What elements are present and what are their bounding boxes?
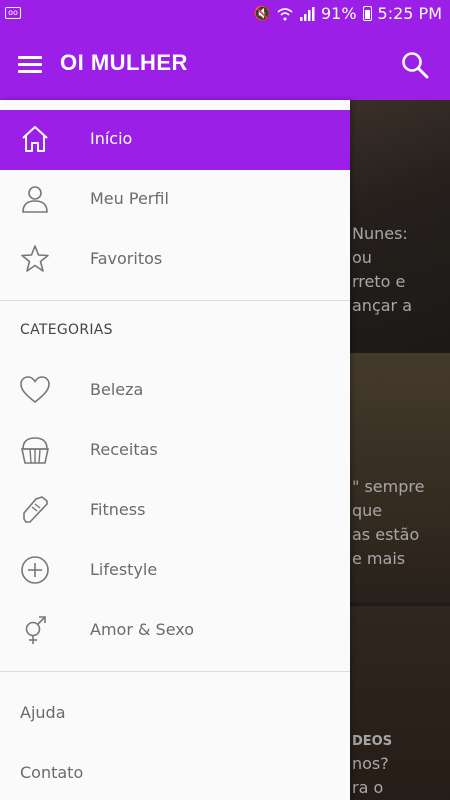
drawer-scrim[interactable] <box>350 100 450 800</box>
heart-icon <box>20 376 50 404</box>
nav-item-beleza[interactable]: Beleza <box>0 361 350 421</box>
home-icon <box>22 126 48 152</box>
nav-item-label: Receitas <box>90 440 158 459</box>
nav-item-meu-perfil[interactable]: Meu Perfil <box>0 170 350 230</box>
mute-icon: 🔇 <box>253 5 271 22</box>
star-icon <box>21 245 49 272</box>
app-bar: OI MULHER <box>0 30 450 100</box>
sneaker-icon <box>23 496 48 523</box>
cupcake-icon <box>21 437 49 464</box>
categories-header: CATEGORIAS <box>20 322 113 338</box>
wifi-icon <box>277 7 293 20</box>
nav-item-label: Início <box>90 129 133 148</box>
nav-item-lifestyle[interactable]: Lifestyle <box>0 541 350 601</box>
battery-percent: 91% <box>320 4 357 23</box>
nav-item-favoritos[interactable]: Favoritos <box>0 230 350 290</box>
nav-item-label: Fitness <box>90 500 146 519</box>
nav-item-inicio[interactable]: Início <box>0 110 350 170</box>
status-bar: oo 🔇 91% 5:25 PM <box>0 0 450 30</box>
signal-icon <box>299 6 315 21</box>
battery-icon <box>362 6 372 21</box>
status-bar-right: 🔇 91% 5:25 PM <box>254 4 442 23</box>
nav-item-fitness[interactable]: Fitness <box>0 481 350 541</box>
nav-item-label: Favoritos <box>90 249 163 268</box>
plus-circle-icon <box>21 556 49 584</box>
voicemail-icon: oo <box>5 7 21 19</box>
clock: 5:25 PM <box>377 4 442 23</box>
divider <box>0 300 350 301</box>
nav-item-label: Lifestyle <box>90 560 158 579</box>
navigation-drawer: Início Meu Perfil Favoritos CATEGORIAS B… <box>0 100 350 800</box>
nav-item-ajuda[interactable]: Ajuda <box>20 703 66 722</box>
menu-icon[interactable] <box>18 56 42 74</box>
nav-item-label: Amor & Sexo <box>90 620 195 639</box>
nav-item-label: Meu Perfil <box>90 189 169 208</box>
feed-background: Nunes: ou rreto e ançar a " sempre que a… <box>350 100 450 800</box>
nav-item-contato[interactable]: Contato <box>20 763 83 782</box>
nav-item-receitas[interactable]: Receitas <box>0 421 350 481</box>
gender-icon <box>25 616 46 644</box>
divider <box>0 671 350 672</box>
nav-item-amor-sexo[interactable]: Amor & Sexo <box>0 601 350 661</box>
search-icon[interactable] <box>400 50 430 80</box>
nav-item-label: Beleza <box>90 380 144 399</box>
app-title: OI MULHER <box>60 50 188 75</box>
user-icon <box>22 186 48 213</box>
